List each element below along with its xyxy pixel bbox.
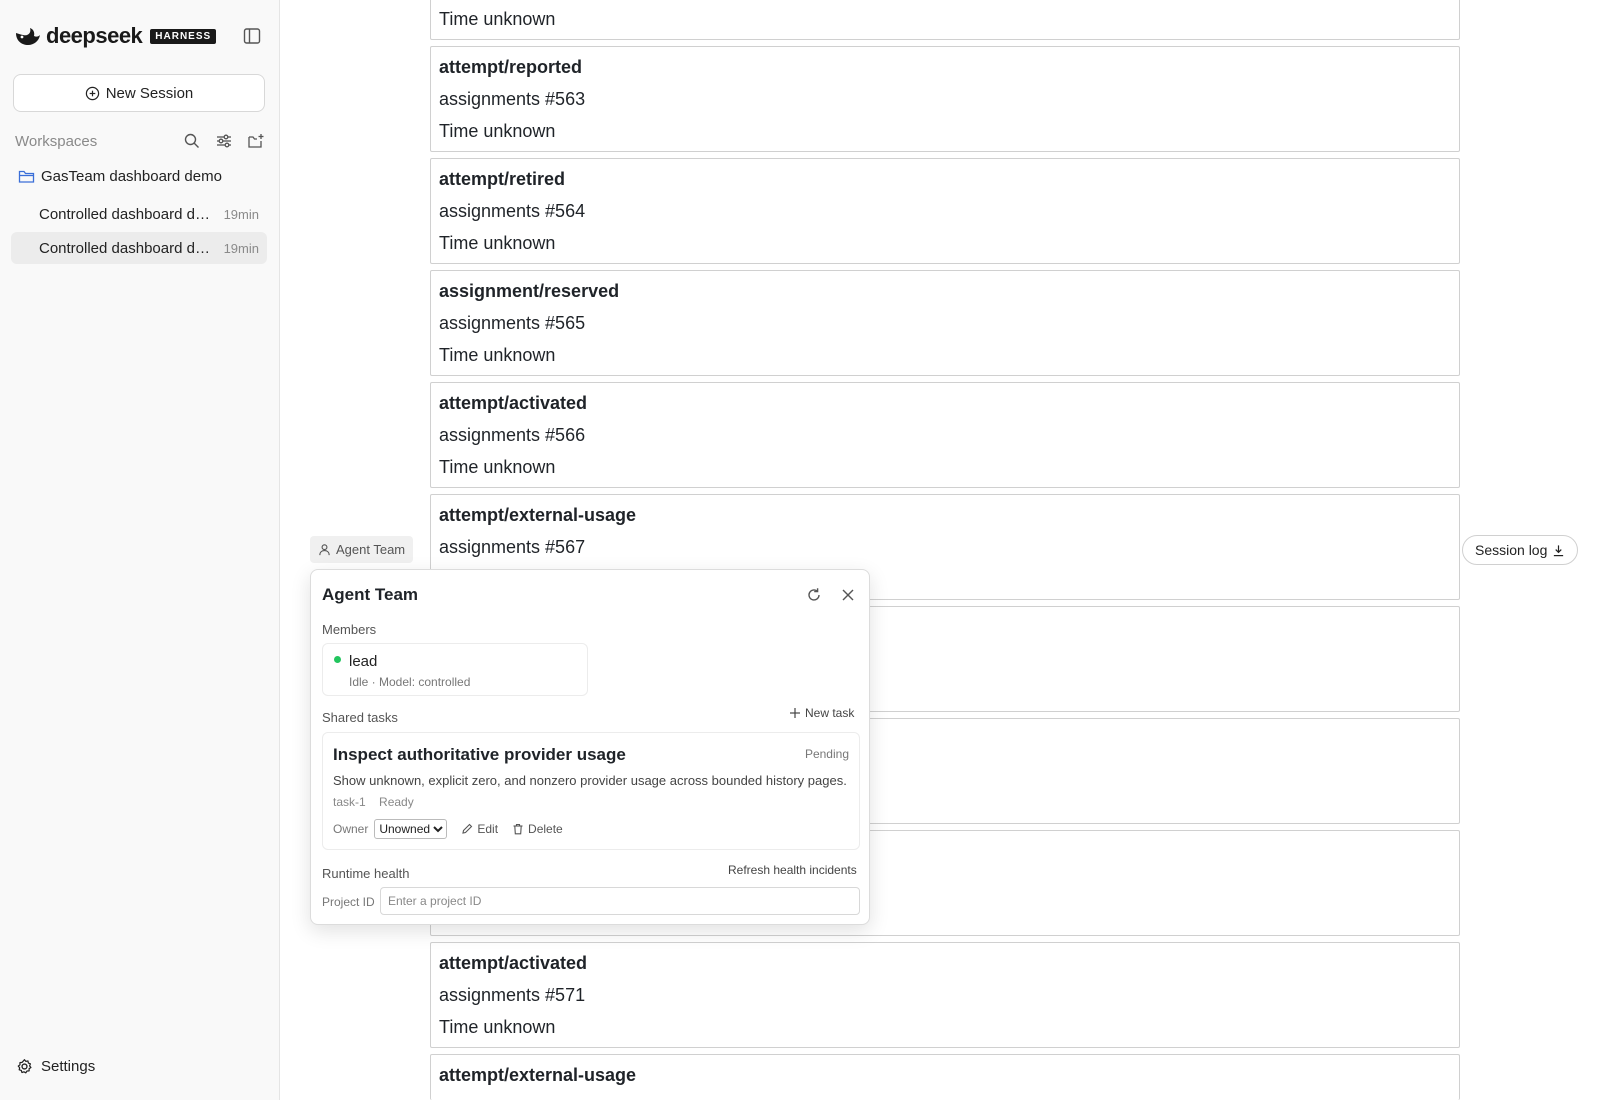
event-subtitle: assignments #566 xyxy=(439,425,586,445)
deepseek-whale-icon xyxy=(16,28,40,45)
trash-icon xyxy=(513,823,523,835)
event-title: attempt/external-usage xyxy=(439,1065,637,1085)
task-state: Ready xyxy=(379,795,414,809)
folder-icon xyxy=(18,170,35,183)
event-title: attempt/retired xyxy=(439,169,566,189)
filter-sliders-icon[interactable] xyxy=(215,132,233,150)
event-title: attempt/activated xyxy=(439,393,588,413)
session-log-label: Session log xyxy=(1475,542,1548,558)
event-subtitle: assignments #564 xyxy=(439,201,586,221)
search-icon[interactable] xyxy=(183,132,201,150)
event-time: Time unknown xyxy=(439,1017,556,1037)
workspace-folder[interactable]: GasTeam dashboard demo xyxy=(18,168,222,185)
brand-wordmark: deepseek xyxy=(46,23,143,48)
event-subtitle: assignments #567 xyxy=(439,537,586,557)
refresh-icon[interactable] xyxy=(805,586,823,604)
event-card: attempt/retired assignments #564 Time un… xyxy=(430,158,1460,264)
task-id: task-1 xyxy=(333,795,366,809)
task-status: Pending xyxy=(804,747,849,761)
event-time: Time unknown xyxy=(439,9,556,29)
event-time: Time unknown xyxy=(439,121,556,141)
event-subtitle: assignments #563 xyxy=(439,89,586,109)
settings-button[interactable]: Settings xyxy=(16,1058,95,1075)
task-owner-row: Owner Unowned Edit Delete xyxy=(333,819,563,839)
panel-title: Agent Team xyxy=(322,585,419,604)
project-id-label: Project ID xyxy=(322,895,375,909)
settings-label: Settings xyxy=(41,1058,96,1075)
session-log-button[interactable]: Session log xyxy=(1462,535,1579,565)
member-status: Idle · Model: controlled xyxy=(349,675,471,689)
agent-team-label: Agent Team xyxy=(336,542,406,557)
new-task-label: New task xyxy=(805,706,855,720)
close-icon[interactable] xyxy=(839,586,857,604)
plus-circle-icon xyxy=(85,86,99,100)
pencil-icon xyxy=(462,823,473,834)
event-title: attempt/reported xyxy=(439,57,583,77)
runtime-health-label: Runtime health xyxy=(322,866,410,881)
event-time: Time unknown xyxy=(439,233,556,253)
user-icon xyxy=(319,544,330,556)
event-card: attempt/reported assignments #563 Time u… xyxy=(430,46,1460,152)
event-time: Time unknown xyxy=(439,345,556,365)
member-name: lead xyxy=(349,653,378,670)
new-folder-icon[interactable] xyxy=(247,132,265,150)
task-title: Inspect authoritative provider usage xyxy=(333,745,626,764)
event-title: attempt/external-usage xyxy=(439,505,637,525)
member-card[interactable]: lead Idle · Model: controlled xyxy=(322,643,588,696)
refresh-health-button[interactable]: Refresh health incidents xyxy=(728,863,857,877)
event-card: attempt/external-usage xyxy=(430,1054,1460,1100)
event-card: attempt/activated assignments #571 Time … xyxy=(430,942,1460,1048)
owner-label: Owner xyxy=(333,822,369,836)
new-task-button[interactable]: New task xyxy=(789,706,854,720)
session-item[interactable]: Controlled dashboard de… 19min xyxy=(11,198,267,230)
sidebar: deepseek HARNESS New Session Workspaces xyxy=(0,0,280,1100)
shared-tasks-label: Shared tasks xyxy=(322,710,398,725)
delete-label: Delete xyxy=(528,822,563,836)
project-id-input[interactable] xyxy=(380,887,860,915)
event-subtitle: assignments #571 xyxy=(439,985,586,1005)
new-session-button[interactable]: New Session xyxy=(13,74,265,112)
status-dot xyxy=(334,656,341,663)
members-label: Members xyxy=(322,622,377,637)
session-item-active[interactable]: Controlled dashboard de… 19min xyxy=(11,232,267,264)
event-card: Time unknown xyxy=(430,0,1460,40)
workspaces-header: Workspaces xyxy=(15,130,265,152)
event-card: attempt/activated assignments #566 Time … xyxy=(430,382,1460,488)
session-title: Controlled dashboard de… xyxy=(39,239,217,257)
gear-icon xyxy=(17,1059,32,1074)
workspace-name: GasTeam dashboard demo xyxy=(41,168,222,185)
edit-label: Edit xyxy=(477,822,499,836)
brand-logo: deepseek HARNESS xyxy=(14,22,217,50)
event-title: assignment/reserved xyxy=(439,281,620,301)
agent-team-panel: Agent Team Members lead Idle · Model: co… xyxy=(310,569,870,925)
workspaces-title: Workspaces xyxy=(15,132,98,150)
task-card: Inspect authoritative provider usage Pen… xyxy=(322,732,860,850)
plus-icon xyxy=(790,708,800,718)
event-title: attempt/activated xyxy=(439,953,588,973)
owner-select[interactable]: Unowned xyxy=(374,819,448,839)
event-subtitle: assignments #565 xyxy=(439,313,586,333)
edit-task-button[interactable]: Edit xyxy=(461,822,498,836)
delete-task-button[interactable]: Delete xyxy=(512,822,563,836)
session-title: Controlled dashboard de… xyxy=(39,205,217,223)
session-time: 19min xyxy=(223,240,259,256)
agent-team-button[interactable]: Agent Team xyxy=(310,536,414,563)
task-description: Show unknown, explicit zero, and nonzero… xyxy=(333,773,847,788)
brand-badge: HARNESS xyxy=(150,28,217,44)
new-session-label: New Session xyxy=(105,84,194,102)
session-time: 19min xyxy=(223,206,259,222)
toggle-sidebar-icon[interactable] xyxy=(242,26,262,46)
event-time: Time unknown xyxy=(439,457,556,477)
task-meta: task-1 Ready xyxy=(333,795,414,809)
event-card: assignment/reserved assignments #565 Tim… xyxy=(430,270,1460,376)
download-icon xyxy=(1554,544,1564,556)
